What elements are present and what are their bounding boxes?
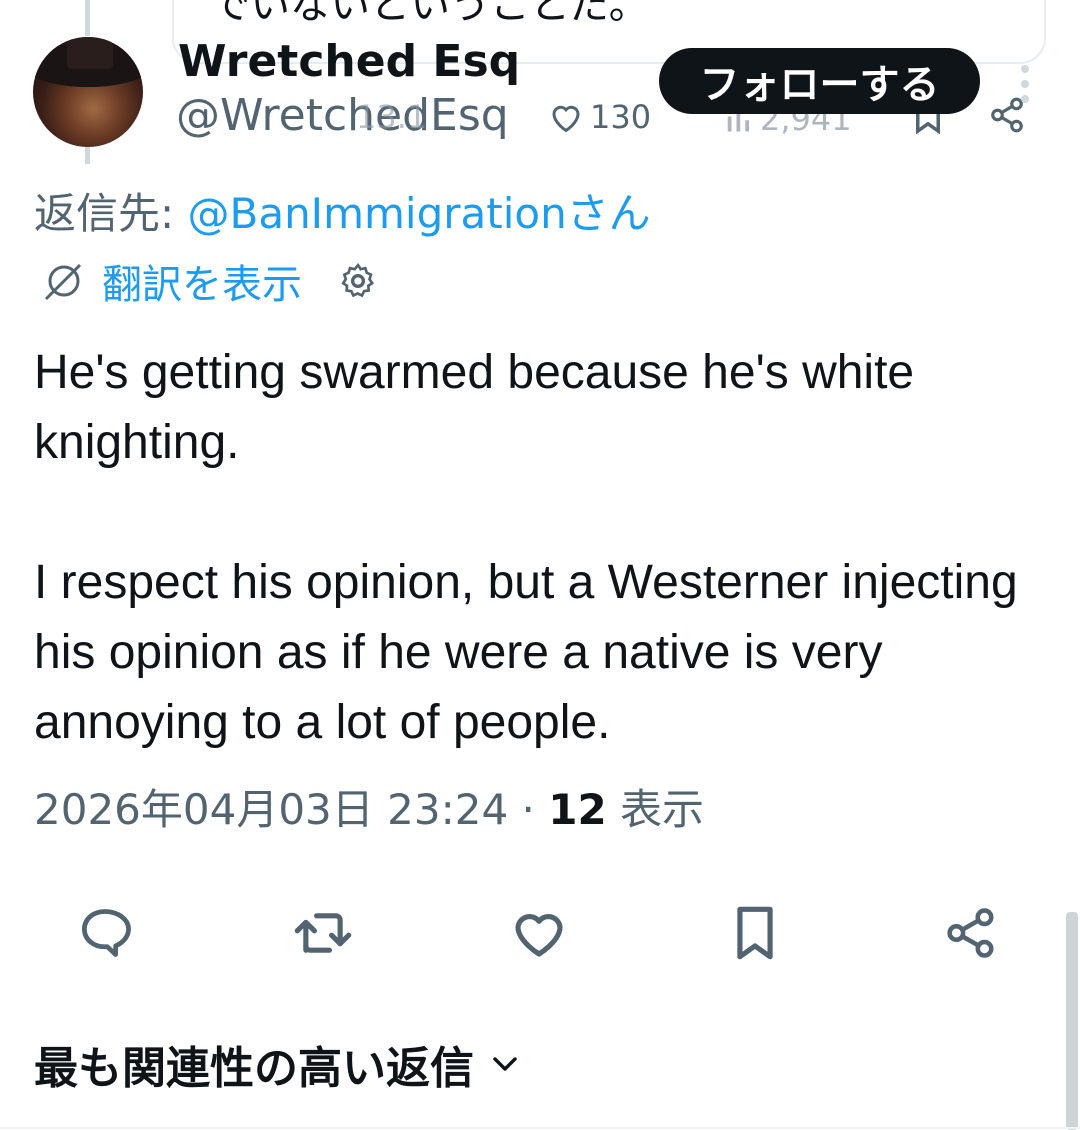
reply-to-prefix: 返信先: [34,189,188,238]
overlapping-reply-count: 13.1 [356,98,428,136]
reply-sort-selector[interactable]: 最も関連性の高い返信 [34,1032,520,1096]
translate-icon [44,263,82,301]
tweet-datetime[interactable]: 2026年04月03日 23:24 [34,785,508,834]
view-count: 12 [548,785,607,834]
tweet-meta: 2026年04月03日 23:24 · 12 表示 [34,776,704,837]
more-options-icon[interactable] [1018,64,1032,108]
gear-icon[interactable] [338,261,378,301]
tweet-text: He's getting swarmed because he's white … [34,338,1064,758]
thread-connector-lower [85,146,90,164]
retweet-icon[interactable] [288,898,358,968]
like-icon[interactable] [504,898,574,968]
previous-tweet-text: でいないということだ。 [210,0,649,28]
share-icon[interactable] [936,898,1006,968]
section-divider [0,1127,1080,1129]
view-label: 表示 [606,785,705,834]
thread-connector [85,0,90,36]
translate-link[interactable]: 翻訳を表示 [102,252,302,310]
scrollbar[interactable] [1066,912,1078,1130]
action-bar [0,898,1080,968]
tweet-paragraph-2: I respect his opinion, but a Westerner i… [34,556,1018,749]
author-display-name[interactable]: Wretched Esq [178,36,520,87]
reply-to-line: 返信先: @BanImmigrationさん [34,180,651,241]
author-handle[interactable]: @WretchedEsq [176,90,509,141]
overlapping-like-count: 130 [590,98,652,136]
overlapping-like-stat: 130 [548,98,651,136]
avatar[interactable] [33,37,143,147]
chevron-down-icon [493,1057,517,1071]
reply-sort-label: 最も関連性の高い返信 [34,1043,474,1094]
follow-button[interactable]: フォローする [659,48,980,114]
translate-row: 翻訳を表示 [40,252,378,310]
bookmark-icon[interactable] [720,898,790,968]
tweet-paragraph-1: He's getting swarmed because he's white … [34,346,915,469]
meta-separator: · [508,785,549,834]
reply-to-mention[interactable]: @BanImmigrationさん [188,189,651,238]
reply-icon[interactable] [72,898,142,968]
heart-icon [552,105,580,133]
avatar-hat-crown [67,37,113,69]
